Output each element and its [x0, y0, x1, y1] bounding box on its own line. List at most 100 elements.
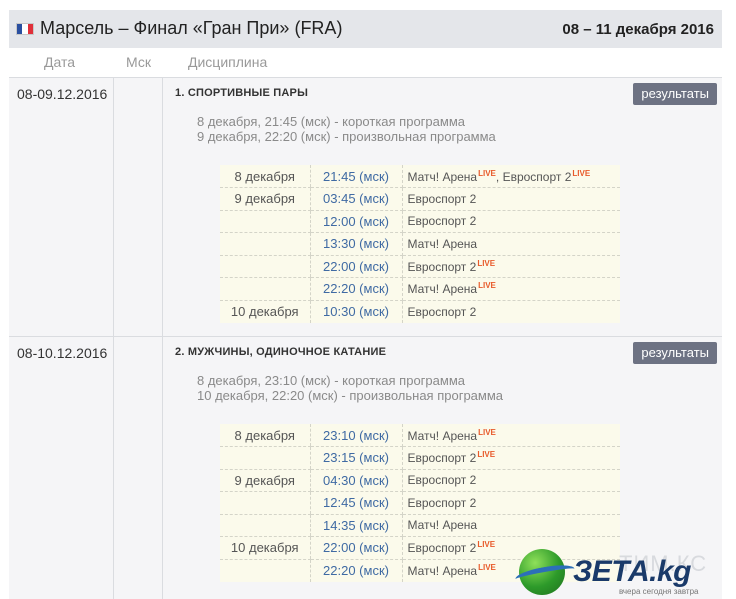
discipline-title: 1. СПОРТИВНЫЕ ПАРЫ: [175, 87, 309, 99]
schedule-day: [220, 559, 310, 582]
schedule-day: 8 декабря: [220, 424, 310, 447]
schedule-day: 9 декабря: [220, 469, 310, 492]
program-line: 8 декабря, 23:10 (мск) - короткая програ…: [197, 373, 465, 388]
channel-name[interactable]: Матч! Арена: [408, 282, 478, 296]
schedule-channels: Евроспорт 2: [402, 469, 620, 492]
live-badge: LIVE: [477, 258, 496, 268]
schedule-day: [220, 491, 310, 515]
schedule-row: 14:35 (мск) Матч! Арена: [220, 514, 620, 537]
watermark-brand: ЗЕТА.kg: [573, 555, 691, 588]
schedule-time: 04:30 (мск): [309, 469, 403, 492]
channel-name[interactable]: Матч! Арена: [408, 237, 478, 251]
schedule-channels: Евроспорт 2LIVE: [402, 255, 620, 278]
event-header: Марсель – Финал «Гран При» (FRA) 08 – 11…: [9, 10, 722, 48]
live-badge: LIVE: [572, 168, 591, 178]
channel-name[interactable]: Евроспорт 2: [408, 214, 477, 228]
schedule-channels: Евроспорт 2: [402, 491, 620, 515]
column-header-date: Дата: [44, 54, 76, 70]
flag-stripe-red: [27, 24, 33, 34]
schedule-day: 10 декабря: [220, 536, 310, 560]
event-discipline-cell: 1. СПОРТИВНЫЕ ПАРЫ результаты 8 декабря,…: [164, 78, 722, 336]
schedule-time: 14:35 (мск): [309, 514, 403, 537]
schedule-row: 22:00 (мск) Евроспорт 2LIVE: [220, 255, 620, 278]
schedule-channels: Матч! Арена: [402, 514, 620, 537]
program-line: 10 декабря, 22:20 (мск) - произвольная п…: [197, 388, 504, 403]
event-date-cell: 08-09.12.2016: [9, 78, 113, 336]
zeta-watermark: ТИМ.КС ЗЕТА.kg вчера сегодня завтра: [514, 545, 736, 599]
results-button[interactable]: результаты: [633, 342, 717, 364]
live-badge: LIVE: [478, 281, 496, 291]
schedule-time: 22:00 (мск): [309, 536, 403, 560]
event-dates: 08 – 11 декабря 2016: [562, 21, 714, 38]
schedule-time: 13:30 (мск): [309, 232, 403, 256]
event-date-cell: 08-10.12.2016: [9, 337, 113, 599]
channel-name[interactable]: Матч! Арена: [408, 170, 478, 184]
watermark-tagline: вчера сегодня завтра: [619, 587, 699, 596]
channel-name[interactable]: Матч! Арена: [408, 564, 478, 578]
schedule-channels: Матч! АренаLIVE, Евроспорт 2LIVE: [402, 165, 620, 188]
schedule-row: 9 декабря 03:45 (мск) Евроспорт 2: [220, 187, 620, 211]
channel-name[interactable]: Евроспорт 2: [408, 305, 477, 319]
schedule-channels: Евроспорт 2: [402, 210, 620, 233]
schedule-time: 12:00 (мск): [309, 210, 403, 233]
channel-separator: ,: [495, 169, 503, 184]
schedule-day: 10 декабря: [230, 304, 299, 319]
channel-name[interactable]: Евроспорт 2: [408, 496, 477, 510]
program-line: 9 декабря, 22:20 (мск) - произвольная пр…: [197, 129, 496, 144]
schedule-time: 10:30 (мск): [309, 300, 403, 323]
schedule-day: 9 декабря: [220, 187, 310, 211]
event-msk-cell: [113, 78, 163, 336]
schedule-row: 10 декабря 10:30 (мск) Евроспорт 2: [220, 300, 620, 323]
schedule-time: 22:20 (мск): [309, 277, 403, 301]
live-badge: LIVE: [477, 540, 496, 550]
channel-name[interactable]: Евроспорт 2: [408, 541, 477, 555]
schedule-row: 22:20 (мск) Матч! АренаLIVE: [220, 277, 620, 301]
schedule-day: [220, 514, 310, 537]
event-date: 08-09.12.2016: [17, 86, 108, 102]
schedule-time: 21:45 (мск): [309, 165, 403, 188]
schedule-row: 8 декабря 21:45 (мск) Матч! АренаLIVE, Евр…: [220, 165, 620, 188]
channel-name[interactable]: Евроспорт 2: [408, 473, 477, 487]
broadcast-schedule: 8 декабря 21:45 (мск) Матч! АренаLIVE, Евр…: [220, 165, 620, 323]
live-badge: LIVE: [478, 168, 496, 178]
schedule-day: [220, 255, 310, 278]
discipline-title: 2. МУЖЧИНЫ, ОДИНОЧНОЕ КАТАНИЕ: [175, 346, 387, 358]
schedule-time: 22:20 (мск): [309, 559, 403, 582]
schedule-row: 9 декабря 04:30 (мск) Евроспорт 2: [220, 469, 620, 492]
schedule-row: 12:45 (мск) Евроспорт 2: [220, 491, 620, 515]
channel-name[interactable]: Евроспорт 2: [408, 260, 477, 274]
live-badge: LIVE: [478, 563, 496, 572]
results-button[interactable]: результаты: [633, 83, 717, 105]
schedule-time: 23:10 (мск): [309, 424, 403, 447]
schedule-time: 22:00 (мск): [309, 255, 403, 278]
column-header-msk: Мск: [126, 54, 151, 70]
event-title: Марсель – Финал «Гран При» (FRA): [40, 18, 343, 38]
schedule-channels: Матч! АренаLIVE: [402, 424, 620, 447]
channel-name[interactable]: Евроспорт 2: [408, 192, 477, 206]
schedule-time: 12:45 (мск): [309, 491, 403, 515]
live-badge: LIVE: [477, 450, 496, 460]
schedule-day: [220, 232, 310, 256]
schedule-row: 23:15 (мск) Евроспорт 2LIVE: [220, 446, 620, 470]
schedule-day: [220, 210, 310, 233]
live-badge: LIVE: [478, 427, 496, 437]
schedule-channels: Матч! Арена: [402, 232, 620, 256]
channel-name[interactable]: Матч! Арена: [408, 429, 478, 443]
france-flag-icon: [16, 23, 34, 35]
schedule-channels: Евроспорт 2: [402, 187, 620, 211]
event-row-pairs: 08-09.12.2016 1. СПОРТИВНЫЕ ПАРЫ результ…: [9, 77, 722, 336]
event-date: 08-10.12.2016: [17, 345, 108, 361]
schedule-time: 23:15 (мск): [309, 446, 403, 470]
schedule-time: 03:45 (мск): [309, 187, 403, 211]
schedule-channels: Евроспорт 2: [402, 300, 620, 323]
channel-name[interactable]: Евроспорт 2: [408, 451, 477, 465]
schedule-row: 8 декабря 23:10 (мск) Матч! АренаLIVE: [220, 424, 620, 447]
program-line: 8 декабря, 21:45 (мск) - короткая програ…: [197, 114, 465, 129]
schedule-row: 13:30 (мск) Матч! Арена: [220, 232, 620, 256]
schedule-channels: Евроспорт 2LIVE: [402, 446, 620, 470]
event-msk-cell: [113, 337, 163, 599]
channel-name[interactable]: Матч! Арена: [408, 518, 478, 532]
schedule-day: [220, 277, 310, 301]
channel-name[interactable]: Евроспорт 2: [503, 170, 572, 184]
schedule-day: [220, 446, 310, 470]
